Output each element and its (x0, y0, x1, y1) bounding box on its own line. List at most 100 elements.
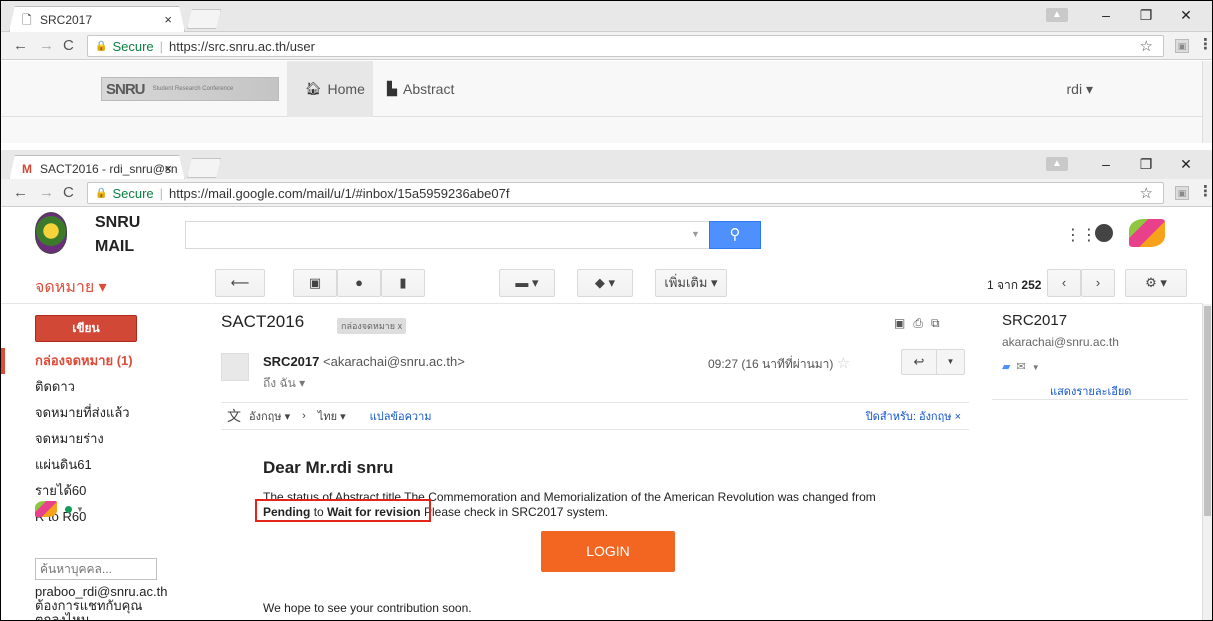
mail-label-dropdown[interactable]: จดหมาย ▾ (35, 275, 107, 300)
minimize-icon[interactable]: – (1086, 7, 1126, 23)
menu-icon[interactable]: ⋮ (1198, 35, 1212, 53)
address-bar[interactable]: 🔒 Secure | https://src.snru.ac.th/user ☆ (87, 35, 1164, 57)
folder-icon: ▬ ▾ (515, 275, 539, 290)
delete-button[interactable]: ▮ (381, 269, 425, 297)
bookmark-star-icon[interactable]: ☆ (1140, 184, 1153, 202)
spam-icon: ● (355, 275, 363, 290)
profile-icon[interactable]: ▲ (1046, 8, 1068, 22)
sender-email: <akarachai@snru.ac.th> (323, 354, 465, 369)
reload-icon[interactable]: C (63, 184, 74, 201)
new-tab-button[interactable] (187, 9, 221, 29)
bookmark-star-icon[interactable]: ☆ (1140, 37, 1153, 55)
search-button[interactable]: ⚲ (709, 221, 761, 249)
translate-message-link[interactable]: แปลข้อความ (370, 407, 432, 425)
newer-button[interactable]: ‹ (1047, 269, 1081, 297)
archive-button[interactable]: ▣ (293, 269, 337, 297)
menu-icon[interactable]: ⋮ (1198, 182, 1212, 200)
print-icon[interactable]: ⎙ (913, 316, 931, 330)
nav-item-label[interactable]: R to R60 (1, 504, 171, 530)
sender-name[interactable]: SRC2017 (263, 354, 319, 369)
new-tab-button[interactable] (187, 158, 221, 178)
nav-item-sent[interactable]: จดหมายที่ส่งแล้ว (1, 400, 171, 426)
login-button[interactable]: LOGIN (541, 531, 675, 572)
reply-group: ↩ ▼ (901, 349, 965, 375)
extension-icon[interactable]: ▣ (1175, 39, 1189, 53)
gmail-toolbar: ← → C 🔒 Secure | https://mail.google.com… (1, 179, 1212, 207)
close-tab-icon[interactable]: × (164, 161, 172, 176)
chevron-down-icon[interactable]: ▼ (1032, 363, 1046, 372)
close-window-icon[interactable]: ✕ (1166, 7, 1206, 24)
more-actions-dropdown[interactable]: ▼ (936, 350, 964, 374)
nav-item-label[interactable]: แผ่นดิน61 (1, 452, 171, 478)
url-text: https://mail.google.com/mail/u/1/#inbox/… (169, 185, 510, 201)
search-options-icon[interactable]: ▼ (691, 229, 700, 239)
contact-email: akarachai@snru.ac.th (1002, 335, 1119, 349)
target-language[interactable]: ไทย ▾ (318, 407, 346, 425)
chat-invitation[interactable]: praboo_rdi@snru.ac.th ต้องการแชทกับคุณ ต… (35, 585, 167, 621)
expand-all-icon[interactable]: ▣ (894, 316, 913, 330)
notifications-icon[interactable] (1095, 224, 1113, 242)
minimize-icon[interactable]: – (1086, 156, 1126, 172)
back-to-inbox-button[interactable]: ⟵ (215, 269, 265, 297)
report-spam-button[interactable]: ● (337, 269, 381, 297)
lock-icon: 🔒 (95, 40, 108, 52)
back-icon[interactable]: ← (13, 184, 28, 201)
chat-icon[interactable]: ▰ (1002, 361, 1016, 373)
online-status-icon (65, 505, 72, 513)
back-icon[interactable]: ← (13, 37, 28, 54)
new-window-icon[interactable]: ⧉ (931, 316, 948, 330)
chat-status[interactable]: ▼ (35, 501, 84, 517)
top-scrollbar[interactable] (1202, 61, 1212, 143)
email-icon[interactable]: ✉ (1016, 361, 1031, 373)
folder-list: กล่องจดหมาย (1) ติดดาว จดหมายที่ส่งแล้ว … (1, 348, 171, 530)
people-search-input[interactable] (35, 558, 157, 580)
recipient-details[interactable]: ถึง ฉัน ▾ (263, 374, 305, 393)
snru-mail-logo: SNRU MAIL (95, 214, 141, 255)
forward-icon[interactable]: → (39, 184, 54, 201)
more-button[interactable]: เพิ่มเติม ▾ (655, 269, 727, 297)
show-details-link[interactable]: แสดงรายละเอียด (1050, 382, 1131, 400)
search-input[interactable] (185, 221, 709, 249)
address-bar[interactable]: 🔒 Secure | https://mail.google.com/mail/… (87, 182, 1164, 204)
restore-icon[interactable]: ❐ (1126, 156, 1166, 173)
nav-item-drafts[interactable]: จดหมายร่าง (1, 426, 171, 452)
archive-icon: ▣ (308, 275, 322, 290)
close-tab-icon[interactable]: × (164, 12, 172, 27)
gmail-tab[interactable]: M SACT2016 - rdi_snru@sn × (9, 155, 185, 181)
labels-button[interactable]: ◆ ▾ (577, 269, 633, 297)
nav-item-label[interactable]: รายได้60 (1, 478, 171, 504)
contact-name: SRC2017 (1002, 312, 1068, 329)
inbox-label-tag[interactable]: กล่องจดหมาย x (337, 318, 407, 334)
move-to-button[interactable]: ▬ ▾ (499, 269, 555, 297)
restore-icon[interactable]: ❐ (1126, 7, 1166, 24)
turn-off-translation-link[interactable]: ปิดสำหรับ: อังกฤษ × (866, 407, 961, 425)
account-avatar[interactable] (1129, 219, 1165, 247)
user-menu[interactable]: rdi ▾ (1067, 81, 1093, 98)
extension-icon[interactable]: ▣ (1175, 186, 1189, 200)
reload-icon[interactable]: C (63, 37, 74, 54)
nav-abstract[interactable]: ▙ Abstract (387, 81, 454, 97)
nav-home[interactable]: 🏠︎ Home (287, 61, 373, 117)
close-window-icon[interactable]: ✕ (1166, 156, 1206, 173)
snru-emblem-logo[interactable] (35, 212, 67, 254)
src-logo[interactable]: SNRU Student Research Conference (101, 77, 279, 101)
gmail-header: SNRU MAIL ▼ ⚲ ⋮⋮⋮ (1, 207, 1212, 259)
reply-button[interactable]: ↩ (902, 350, 936, 374)
forward-icon[interactable]: → (39, 37, 54, 54)
nav-item-inbox[interactable]: กล่องจดหมาย (1) (1, 348, 171, 374)
compose-button[interactable]: เขียน (35, 315, 137, 342)
settings-button[interactable]: ⚙ ▾ (1125, 269, 1187, 297)
source-language[interactable]: อังกฤษ ▾ (249, 407, 290, 425)
highlight-box (255, 499, 431, 522)
gear-icon: ⚙ ▾ (1145, 275, 1167, 290)
gmail-scrollbar[interactable] (1202, 304, 1212, 620)
older-button[interactable]: › (1081, 269, 1115, 297)
profile-icon[interactable]: ▲ (1046, 157, 1068, 171)
scrollbar-thumb[interactable] (1204, 306, 1211, 516)
gmail-body: เขียน กล่องจดหมาย (1) ติดดาว จดหมายที่ส่… (1, 304, 1203, 621)
label-icon: ◆ ▾ (594, 275, 616, 290)
nav-item-starred[interactable]: ติดดาว (1, 374, 171, 400)
translate-icon: 文 (227, 408, 241, 424)
star-icon[interactable]: ☆ (837, 355, 850, 372)
top-tab[interactable]: 🗋 SRC2017 × (9, 6, 185, 32)
